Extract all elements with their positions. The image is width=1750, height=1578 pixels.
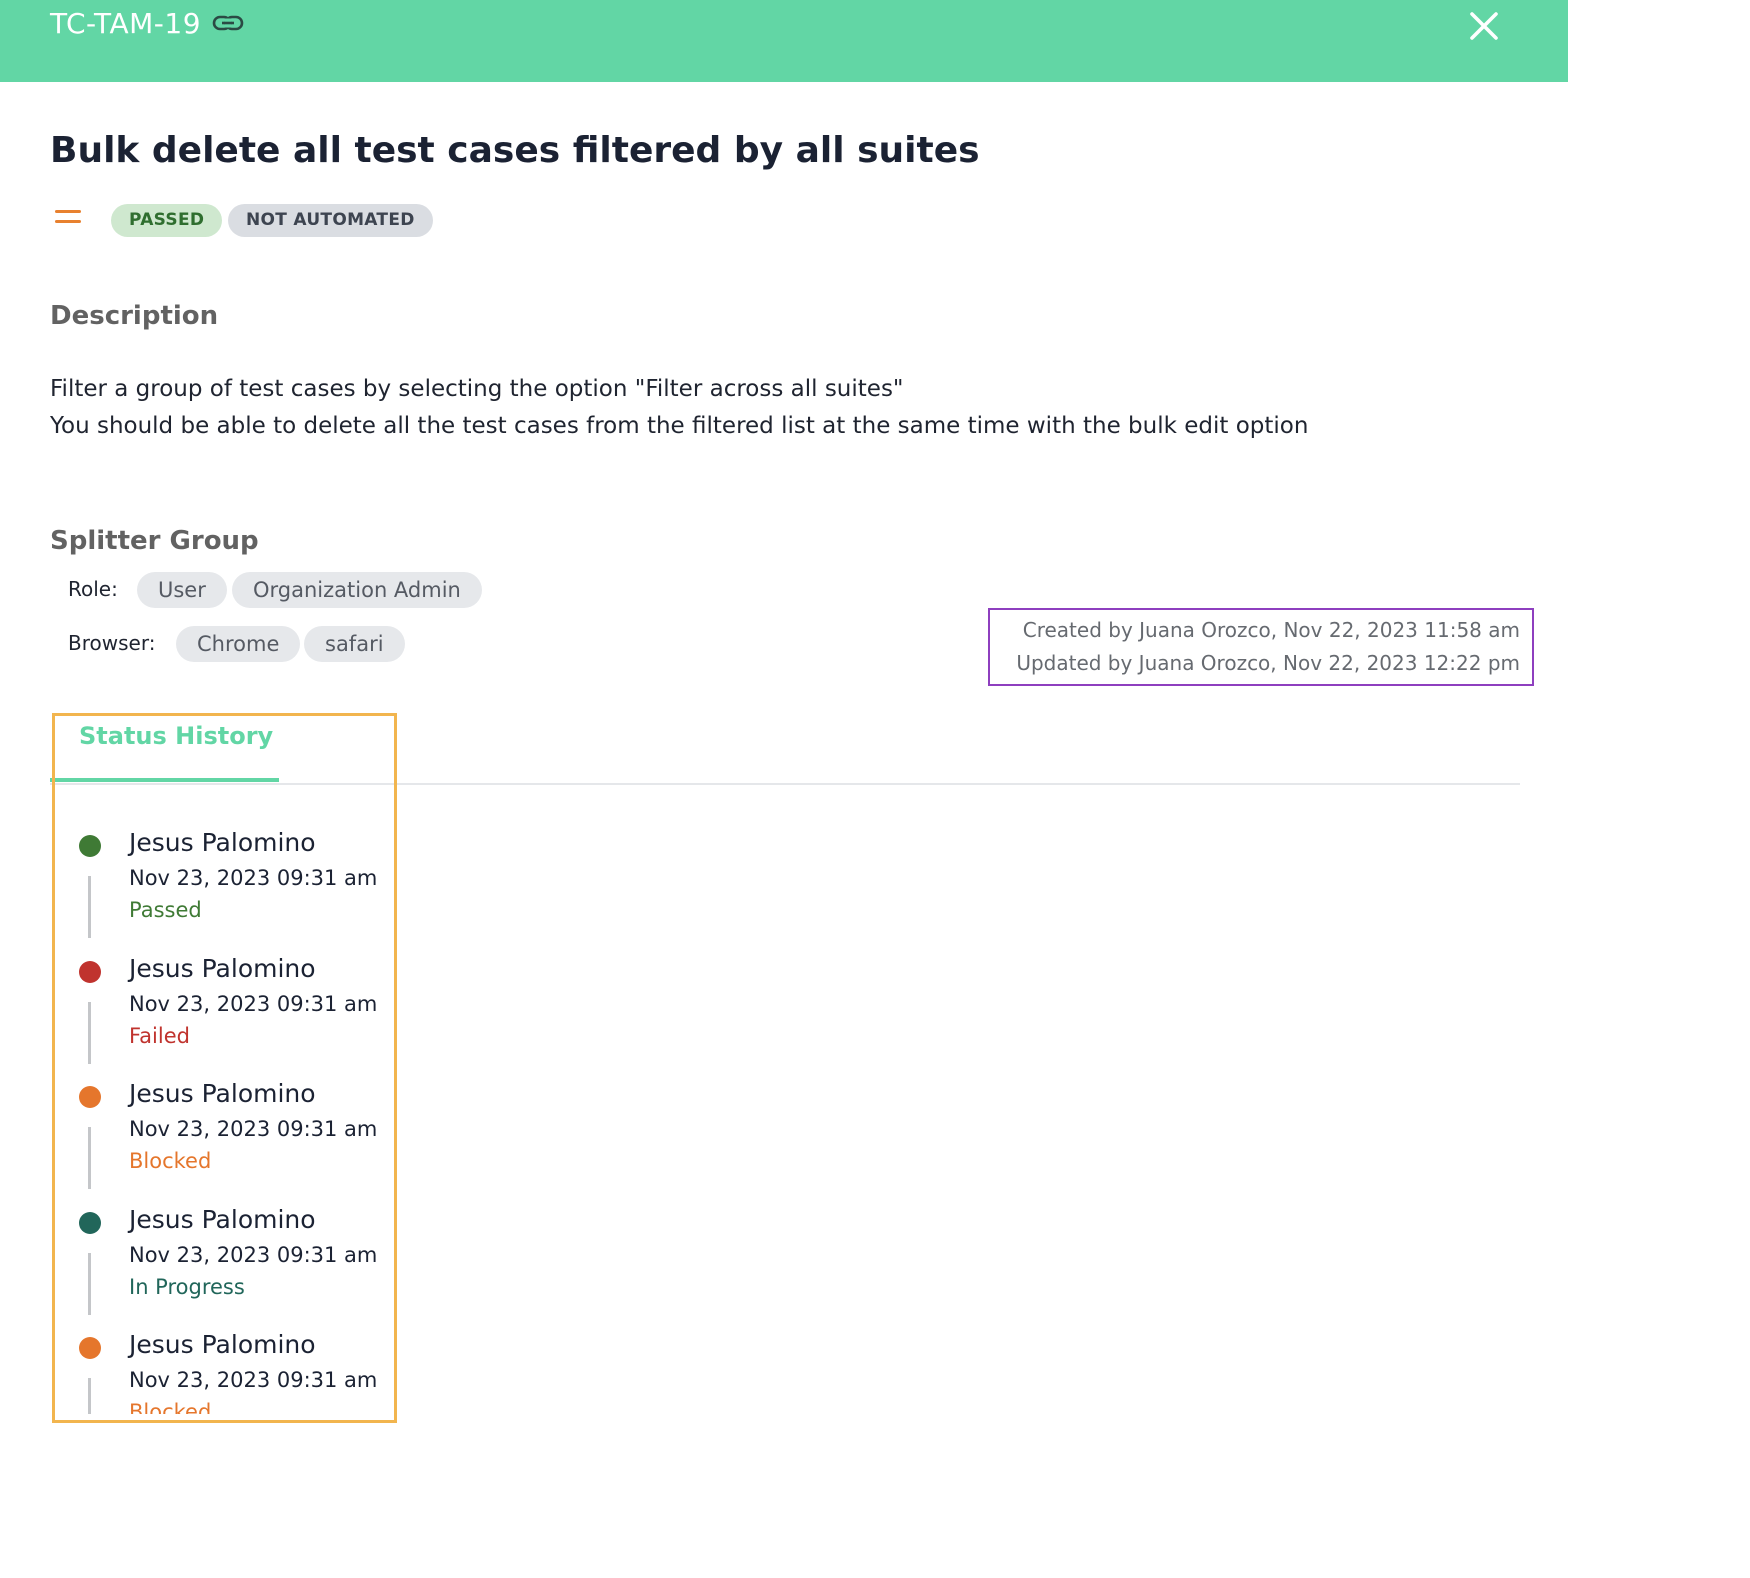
history-user: Jesus Palomino — [129, 954, 316, 983]
browser-chip-safari: safari — [304, 626, 405, 662]
description-line-2: You should be able to delete all the tes… — [50, 413, 1309, 439]
history-entry: Jesus Palomino Nov 23, 2023 09:31 am Blo… — [60, 1073, 390, 1199]
close-icon — [1470, 12, 1498, 40]
history-status: Passed — [129, 898, 202, 922]
status-dot-icon — [79, 835, 101, 857]
history-status: In Progress — [129, 1275, 245, 1299]
status-dot-icon — [79, 1086, 101, 1108]
history-user: Jesus Palomino — [129, 1205, 316, 1234]
timeline-connector — [88, 876, 91, 938]
link-icon[interactable] — [211, 6, 245, 40]
history-status: Blocked — [129, 1400, 212, 1414]
history-entry: Jesus Palomino Nov 23, 2023 09:31 am Pas… — [60, 822, 390, 948]
status-dot-icon — [79, 1212, 101, 1234]
role-chip-organization-admin: Organization Admin — [232, 572, 482, 608]
automation-badge: NOT AUTOMATED — [228, 204, 433, 237]
history-status: Blocked — [129, 1149, 212, 1173]
browser-label: Browser: — [68, 631, 156, 655]
status-badge: PASSED — [111, 204, 223, 237]
timeline-connector — [88, 1253, 91, 1315]
history-user: Jesus Palomino — [129, 1079, 316, 1108]
status-dot-icon — [79, 961, 101, 983]
history-entry: Jesus Palomino Nov 23, 2023 09:31 am In … — [60, 1199, 390, 1325]
history-entry: Jesus Palomino Nov 23, 2023 09:31 am Fai… — [60, 948, 390, 1074]
tab-divider — [50, 783, 1520, 785]
updated-by-text: Updated by Juana Orozco, Nov 22, 2023 12… — [1016, 651, 1520, 675]
history-user: Jesus Palomino — [129, 1330, 316, 1359]
timeline-connector — [88, 1127, 91, 1189]
history-date: Nov 23, 2023 09:31 am — [129, 1243, 378, 1267]
tab-status-history[interactable]: Status History — [79, 722, 273, 750]
tab-active-indicator — [50, 778, 279, 782]
role-label: Role: — [68, 577, 118, 601]
header-bar: TC-TAM-19 — [0, 0, 1568, 82]
timeline-connector — [88, 1002, 91, 1064]
close-button[interactable] — [1466, 8, 1502, 44]
description-heading: Description — [50, 301, 219, 331]
created-by-text: Created by Juana Orozco, Nov 22, 2023 11… — [1022, 618, 1520, 642]
priority-medium-icon — [55, 210, 81, 228]
test-case-title: Bulk delete all test cases filtered by a… — [50, 130, 980, 171]
case-id-title: TC-TAM-19 — [50, 6, 245, 40]
history-date: Nov 23, 2023 09:31 am — [129, 992, 378, 1016]
history-date: Nov 23, 2023 09:31 am — [129, 1368, 378, 1392]
splitter-group-heading: Splitter Group — [50, 526, 259, 556]
status-history-timeline: Jesus Palomino Nov 23, 2023 09:31 am Pas… — [60, 822, 390, 1414]
history-date: Nov 23, 2023 09:31 am — [129, 866, 378, 890]
history-status: Failed — [129, 1024, 190, 1048]
browser-chip-chrome: Chrome — [176, 626, 301, 662]
history-entry: Jesus Palomino Nov 23, 2023 09:31 am Blo… — [60, 1324, 390, 1414]
role-chip-user: User — [137, 572, 227, 608]
history-user: Jesus Palomino — [129, 828, 316, 857]
history-date: Nov 23, 2023 09:31 am — [129, 1117, 378, 1141]
description-line-1: Filter a group of test cases by selectin… — [50, 376, 904, 402]
timeline-connector — [88, 1378, 91, 1414]
status-dot-icon — [79, 1337, 101, 1359]
case-id-label: TC-TAM-19 — [50, 6, 202, 40]
audit-info-box: Created by Juana Orozco, Nov 22, 2023 11… — [988, 608, 1534, 686]
